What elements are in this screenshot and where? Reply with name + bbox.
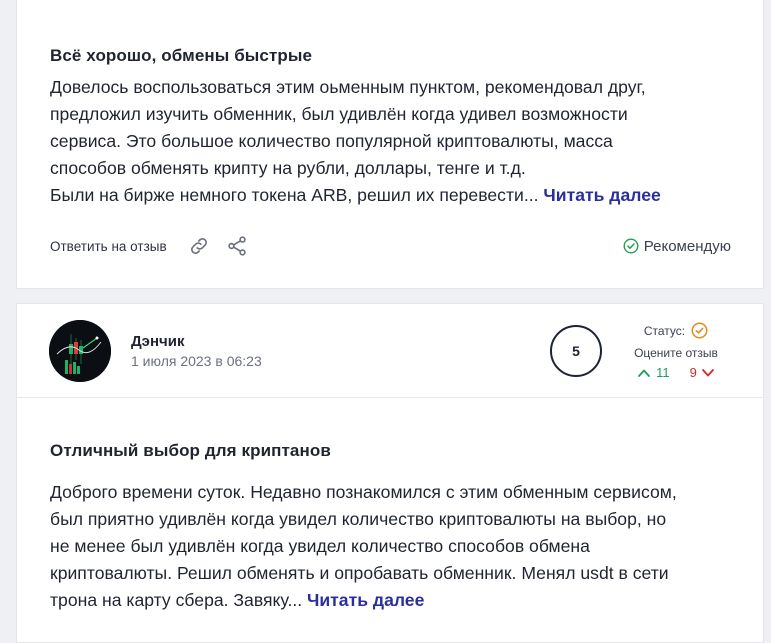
rating-circle: 5	[550, 325, 602, 377]
review-actions: Ответить на отзыв Рекомендую	[50, 234, 731, 258]
review-body: Доброго времени суток. Недавно познакоми…	[50, 479, 740, 614]
avatar[interactable]	[49, 320, 111, 382]
status-block: Статус: Оцените отзыв 11 9	[617, 322, 735, 380]
status-label: Статус:	[643, 323, 686, 338]
review-body-line: был приятно удивлён когда увидел количес…	[50, 509, 667, 529]
author-name[interactable]: Дэнчик	[131, 333, 184, 350]
recommend-label: Рекомендую	[643, 237, 731, 255]
upvote-count: 11	[656, 365, 670, 380]
share-icon[interactable]	[225, 234, 249, 258]
arrow-down-icon	[701, 368, 714, 376]
rate-label: Оцените отзыв	[634, 346, 718, 360]
reply-button[interactable]: Ответить на отзыв	[50, 239, 167, 254]
status-check-icon	[691, 322, 708, 339]
review-card: Всё хорошо, обмены быстрые Довелось восп…	[16, 0, 764, 289]
review-body-line: сервиса. Это большое количество популярн…	[50, 131, 613, 151]
review-body-line: предложил изучить обменник, был удивлён …	[50, 104, 628, 124]
avatar-chart-image	[49, 320, 111, 382]
review-body-line-last: трона на карту сбера. Завяку... Читать д…	[50, 587, 740, 614]
review-body-text: трона на карту сбера. Завяку...	[50, 590, 303, 610]
review-body: Довелось воспользоваться этим оьменным п…	[50, 74, 740, 209]
upvote-button[interactable]: 11	[638, 365, 670, 380]
review-body-line: не менее был удивлён когда увидел количе…	[50, 536, 590, 556]
vote-controls: 11 9	[617, 365, 735, 380]
read-more-link[interactable]: Читать далее	[307, 590, 424, 610]
downvote-button[interactable]: 9	[690, 365, 714, 380]
review-date: 1 июля 2023 в 06:23	[131, 353, 262, 369]
arrow-up-icon	[638, 369, 651, 377]
review-body-line-last: Были на бирже немного токена ARB, решил …	[50, 182, 740, 209]
downvote-count: 9	[689, 365, 697, 380]
review-body-line: Доброго времени суток. Недавно познакоми…	[50, 482, 677, 502]
review-title: Всё хорошо, обмены быстрые	[50, 46, 313, 65]
read-more-link[interactable]: Читать далее	[543, 185, 660, 205]
recommend-badge: Рекомендую	[623, 238, 731, 255]
review-body-text: Были на бирже немного токена ARB, решил …	[50, 185, 539, 205]
review-body-line: криптовалюты. Решил обменять и опробават…	[50, 563, 669, 583]
status-line: Статус:	[617, 322, 735, 339]
divider	[17, 397, 763, 398]
link-icon[interactable]	[187, 234, 211, 258]
review-body-line: Довелось воспользоваться этим оьменным п…	[50, 77, 646, 97]
review-body-line: способов обменять крипту на рубли, долла…	[50, 158, 526, 178]
review-card: Дэнчик 1 июля 2023 в 06:23 5 Статус: Оце…	[16, 303, 764, 643]
review-title: Отличный выбор для криптанов	[50, 441, 331, 460]
check-circle-icon	[623, 238, 639, 254]
